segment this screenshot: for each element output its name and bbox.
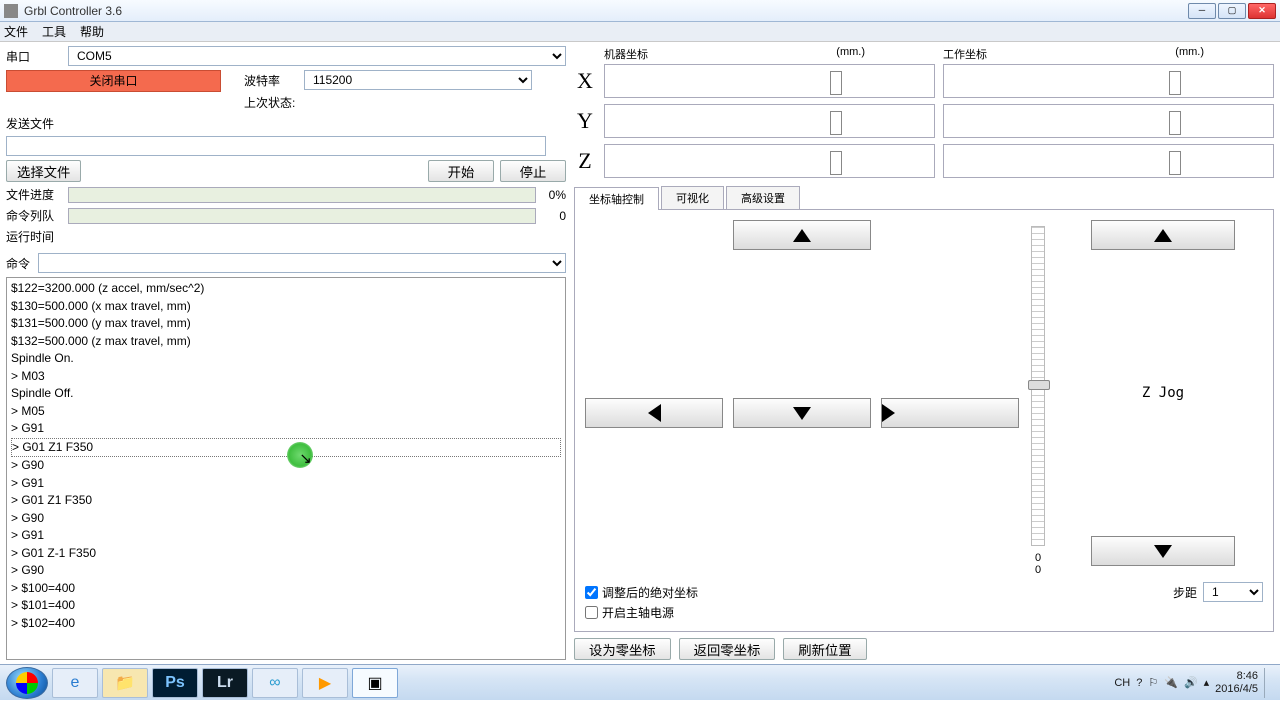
jog-y-plus-button[interactable] (733, 220, 871, 250)
jog-z-minus-button[interactable] (1091, 536, 1235, 566)
work-coord-label: 工作坐标 (943, 49, 987, 61)
clock[interactable]: 8:462016/4/5 (1215, 670, 1258, 696)
file-progress-pct: 0% (542, 188, 566, 202)
axis-label-z: Z (574, 148, 596, 174)
console-line: > G90 (11, 562, 561, 580)
start-button[interactable]: 开始 (428, 160, 494, 182)
windows-logo-icon (16, 672, 38, 694)
tray-chevron-icon[interactable]: ▴ (1204, 676, 1210, 689)
set-zero-button[interactable]: 设为零坐标 (574, 638, 671, 660)
maximize-button[interactable]: ▢ (1218, 3, 1246, 19)
jog-x-plus-button[interactable] (881, 398, 1019, 428)
xy-jog-pad (585, 220, 1013, 576)
file-progress-label: 文件进度 (6, 186, 62, 203)
taskbar-ie-icon[interactable]: e (52, 668, 98, 698)
menu-help[interactable]: 帮助 (80, 23, 104, 40)
console-output[interactable]: $122=3200.000 (z accel, mm/sec^2)$130=50… (6, 277, 566, 660)
axis-label-x: X (574, 68, 596, 94)
choose-file-button[interactable]: 选择文件 (6, 160, 81, 182)
machine-z-value (604, 144, 935, 178)
tab-visualize[interactable]: 可视化 (661, 186, 724, 209)
speed-slider[interactable] (1031, 226, 1045, 546)
port-select[interactable]: COM5 (68, 46, 566, 66)
refresh-position-button[interactable]: 刷新位置 (783, 638, 866, 660)
queue-label: 命令列队 (6, 207, 62, 224)
taskbar-app-icon[interactable]: ∞ (252, 668, 298, 698)
spindle-power-checkbox[interactable]: 开启主轴电源 (585, 604, 674, 621)
axis-label-y: Y (574, 108, 596, 134)
console-line: > G91 (11, 475, 561, 493)
console-line: > G01 Z1 F350 (11, 438, 561, 458)
work-z-value (943, 144, 1274, 178)
taskbar-grbl-icon[interactable]: ▣ (352, 668, 398, 698)
console-line: > G90 (11, 510, 561, 528)
jog-x-minus-button[interactable] (585, 398, 723, 428)
minimize-button[interactable]: ─ (1188, 3, 1216, 19)
tab-axis-control[interactable]: 坐标轴控制 (574, 187, 659, 210)
console-line: Spindle Off. (11, 385, 561, 403)
taskbar-media-icon[interactable]: ▶ (302, 668, 348, 698)
window-title: Grbl Controller 3.6 (24, 4, 1188, 18)
work-y-value (943, 104, 1274, 138)
jog-y-minus-button[interactable] (733, 398, 871, 428)
console-line: > G91 (11, 527, 561, 545)
console-line: > G91 (11, 420, 561, 438)
taskbar-explorer-icon[interactable]: 📁 (102, 668, 148, 698)
start-button[interactable] (6, 667, 48, 699)
console-line: > G90 (11, 457, 561, 475)
goto-zero-button[interactable]: 返回零坐标 (679, 638, 776, 660)
absolute-coord-checkbox[interactable]: 调整后的绝对坐标 (585, 584, 698, 601)
baud-select[interactable]: 115200 (304, 70, 532, 90)
console-line: $122=3200.000 (z accel, mm/sec^2) (11, 280, 561, 298)
console-line: > $102=400 (11, 615, 561, 633)
stop-button[interactable]: 停止 (500, 160, 566, 182)
send-file-label: 发送文件 (6, 115, 54, 132)
work-x-value (943, 64, 1274, 98)
taskbar-photoshop-icon[interactable]: Ps (152, 668, 198, 698)
console-line: > $101=400 (11, 597, 561, 615)
tray-flag-icon[interactable]: ⚐ (1148, 676, 1158, 689)
menu-file[interactable]: 文件 (4, 23, 28, 40)
tray-sound-icon[interactable]: 🔊 (1184, 676, 1198, 689)
command-select[interactable] (38, 253, 566, 273)
queue-value: 0 (542, 209, 566, 223)
console-line: $131=500.000 (y max travel, mm) (11, 315, 561, 333)
ime-indicator[interactable]: CH (1114, 677, 1130, 689)
tray-help-icon[interactable]: ? (1136, 677, 1142, 689)
tab-advanced[interactable]: 高级设置 (726, 186, 800, 209)
last-state-label: 上次状态: (244, 94, 295, 111)
baud-label: 波特率 (244, 72, 298, 89)
close-button[interactable]: ✕ (1248, 3, 1276, 19)
file-path-input[interactable] (6, 136, 546, 156)
console-line: Spindle On. (11, 350, 561, 368)
menu-tools[interactable]: 工具 (42, 23, 66, 40)
console-line: > $100=400 (11, 580, 561, 598)
machine-coord-label: 机器坐标 (604, 49, 648, 61)
taskbar-lightroom-icon[interactable]: Lr (202, 668, 248, 698)
z-jog-label: Z Jog (1142, 385, 1184, 401)
step-size-select[interactable]: 1 (1203, 582, 1263, 602)
tray-network-icon[interactable]: 🔌 (1164, 676, 1178, 689)
file-progress-bar (68, 187, 536, 203)
command-label: 命令 (6, 255, 34, 272)
step-label: 步距 (1173, 584, 1197, 601)
console-line: > G01 Z-1 F350 (11, 545, 561, 563)
console-line: > M05 (11, 403, 561, 421)
show-desktop-button[interactable] (1264, 668, 1274, 698)
machine-x-value (604, 64, 935, 98)
queue-bar (68, 208, 536, 224)
app-icon (4, 4, 18, 18)
machine-y-value (604, 104, 935, 138)
console-line: $132=500.000 (z max travel, mm) (11, 333, 561, 351)
console-line: $130=500.000 (x max travel, mm) (11, 298, 561, 316)
runtime-label: 运行时间 (6, 228, 62, 245)
console-line: > M03 (11, 368, 561, 386)
jog-z-plus-button[interactable] (1091, 220, 1235, 250)
console-line: > G01 Z1 F350 (11, 492, 561, 510)
port-label: 串口 (6, 48, 62, 65)
